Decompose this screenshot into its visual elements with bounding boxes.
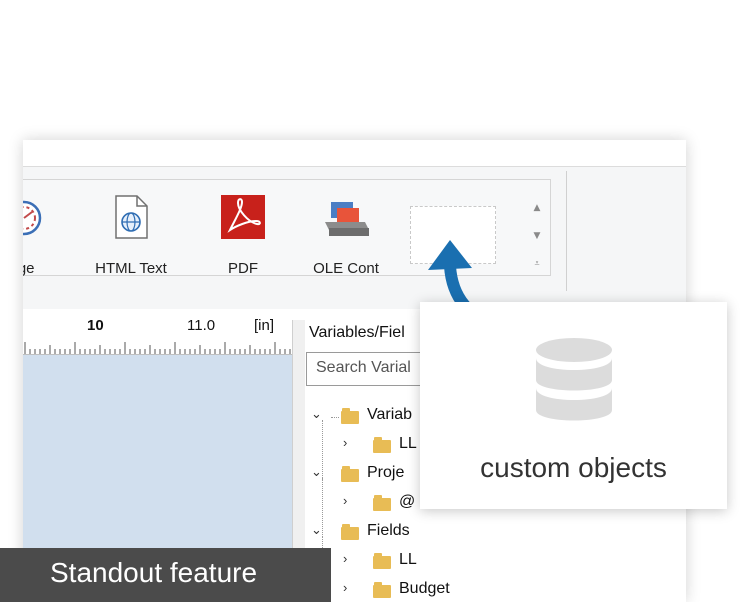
- standout-badge: Standout feature: [0, 548, 331, 602]
- ole-container-label: OLE Cont: [313, 260, 379, 277]
- html-text-tool[interactable]: HTML Text: [85, 195, 177, 280]
- scroll-down-icon[interactable]: ▼: [527, 222, 547, 250]
- project-folder-icon: [341, 466, 359, 482]
- fields-folder-icon: [341, 524, 359, 540]
- tree-label: LL: [399, 435, 417, 452]
- tree-label: LL: [399, 551, 417, 568]
- title-bar: [23, 140, 686, 167]
- ruler-unit: [in]: [254, 317, 275, 334]
- scroll-up-icon[interactable]: ▲: [527, 194, 547, 222]
- pdf-tool[interactable]: PDF: [213, 195, 273, 280]
- ruler-mark-10: 10: [87, 317, 104, 334]
- expand-chevron-icon[interactable]: ⌄: [311, 464, 327, 480]
- standout-badge-text: Standout feature: [50, 557, 258, 588]
- collapse-chevron-icon[interactable]: ›: [343, 580, 359, 595]
- ole-container-tool[interactable]: OLE Cont: [303, 200, 389, 280]
- folder-icon: [373, 495, 391, 511]
- tree-label: Variab: [367, 406, 413, 423]
- callout-caption: custom objects: [480, 452, 667, 483]
- tree-label: Fields: [367, 522, 410, 539]
- expand-chevron-icon[interactable]: ⌄: [311, 522, 327, 538]
- ole-container-icon: [325, 202, 369, 236]
- database-icon: [536, 338, 612, 421]
- gauge-tool[interactable]: uge: [23, 200, 53, 280]
- horizontal-ruler: 10 11.0 [in]: [23, 317, 292, 355]
- folder-icon: [373, 553, 391, 569]
- ribbon-toolbar: uge HTML Text PDF: [23, 167, 686, 309]
- tree-label: @: [399, 493, 416, 510]
- gauge-icon: [23, 200, 42, 236]
- tree-label: Proje: [367, 464, 405, 481]
- custom-objects-callout: custom objects: [420, 302, 727, 509]
- ruler-mark-11: 11.0: [187, 317, 216, 334]
- gallery-scroller[interactable]: ▲ ▼ ⩡: [527, 194, 547, 282]
- expand-chevron-icon[interactable]: ⌄: [311, 406, 327, 422]
- html-text-icon: [115, 195, 148, 239]
- collapse-chevron-icon[interactable]: ›: [343, 435, 359, 450]
- variables-folder-icon: [341, 408, 359, 424]
- collapse-chevron-icon[interactable]: ›: [343, 551, 359, 566]
- ribbon-divider: [566, 171, 567, 291]
- gallery-more-icon[interactable]: ⩡: [527, 250, 547, 278]
- folder-icon: [373, 582, 391, 598]
- ruler-ticks: [24, 342, 291, 354]
- html-text-label: HTML Text: [95, 260, 167, 277]
- tree-label: Budget: [399, 580, 450, 597]
- pdf-label: PDF: [228, 260, 258, 277]
- search-placeholder: Search Varial: [316, 359, 411, 376]
- panel-title: Variables/Fiel: [309, 324, 405, 341]
- collapse-chevron-icon[interactable]: ›: [343, 493, 359, 508]
- gauge-label: uge: [23, 260, 35, 277]
- pdf-icon: [221, 195, 265, 239]
- folder-icon: [373, 437, 391, 453]
